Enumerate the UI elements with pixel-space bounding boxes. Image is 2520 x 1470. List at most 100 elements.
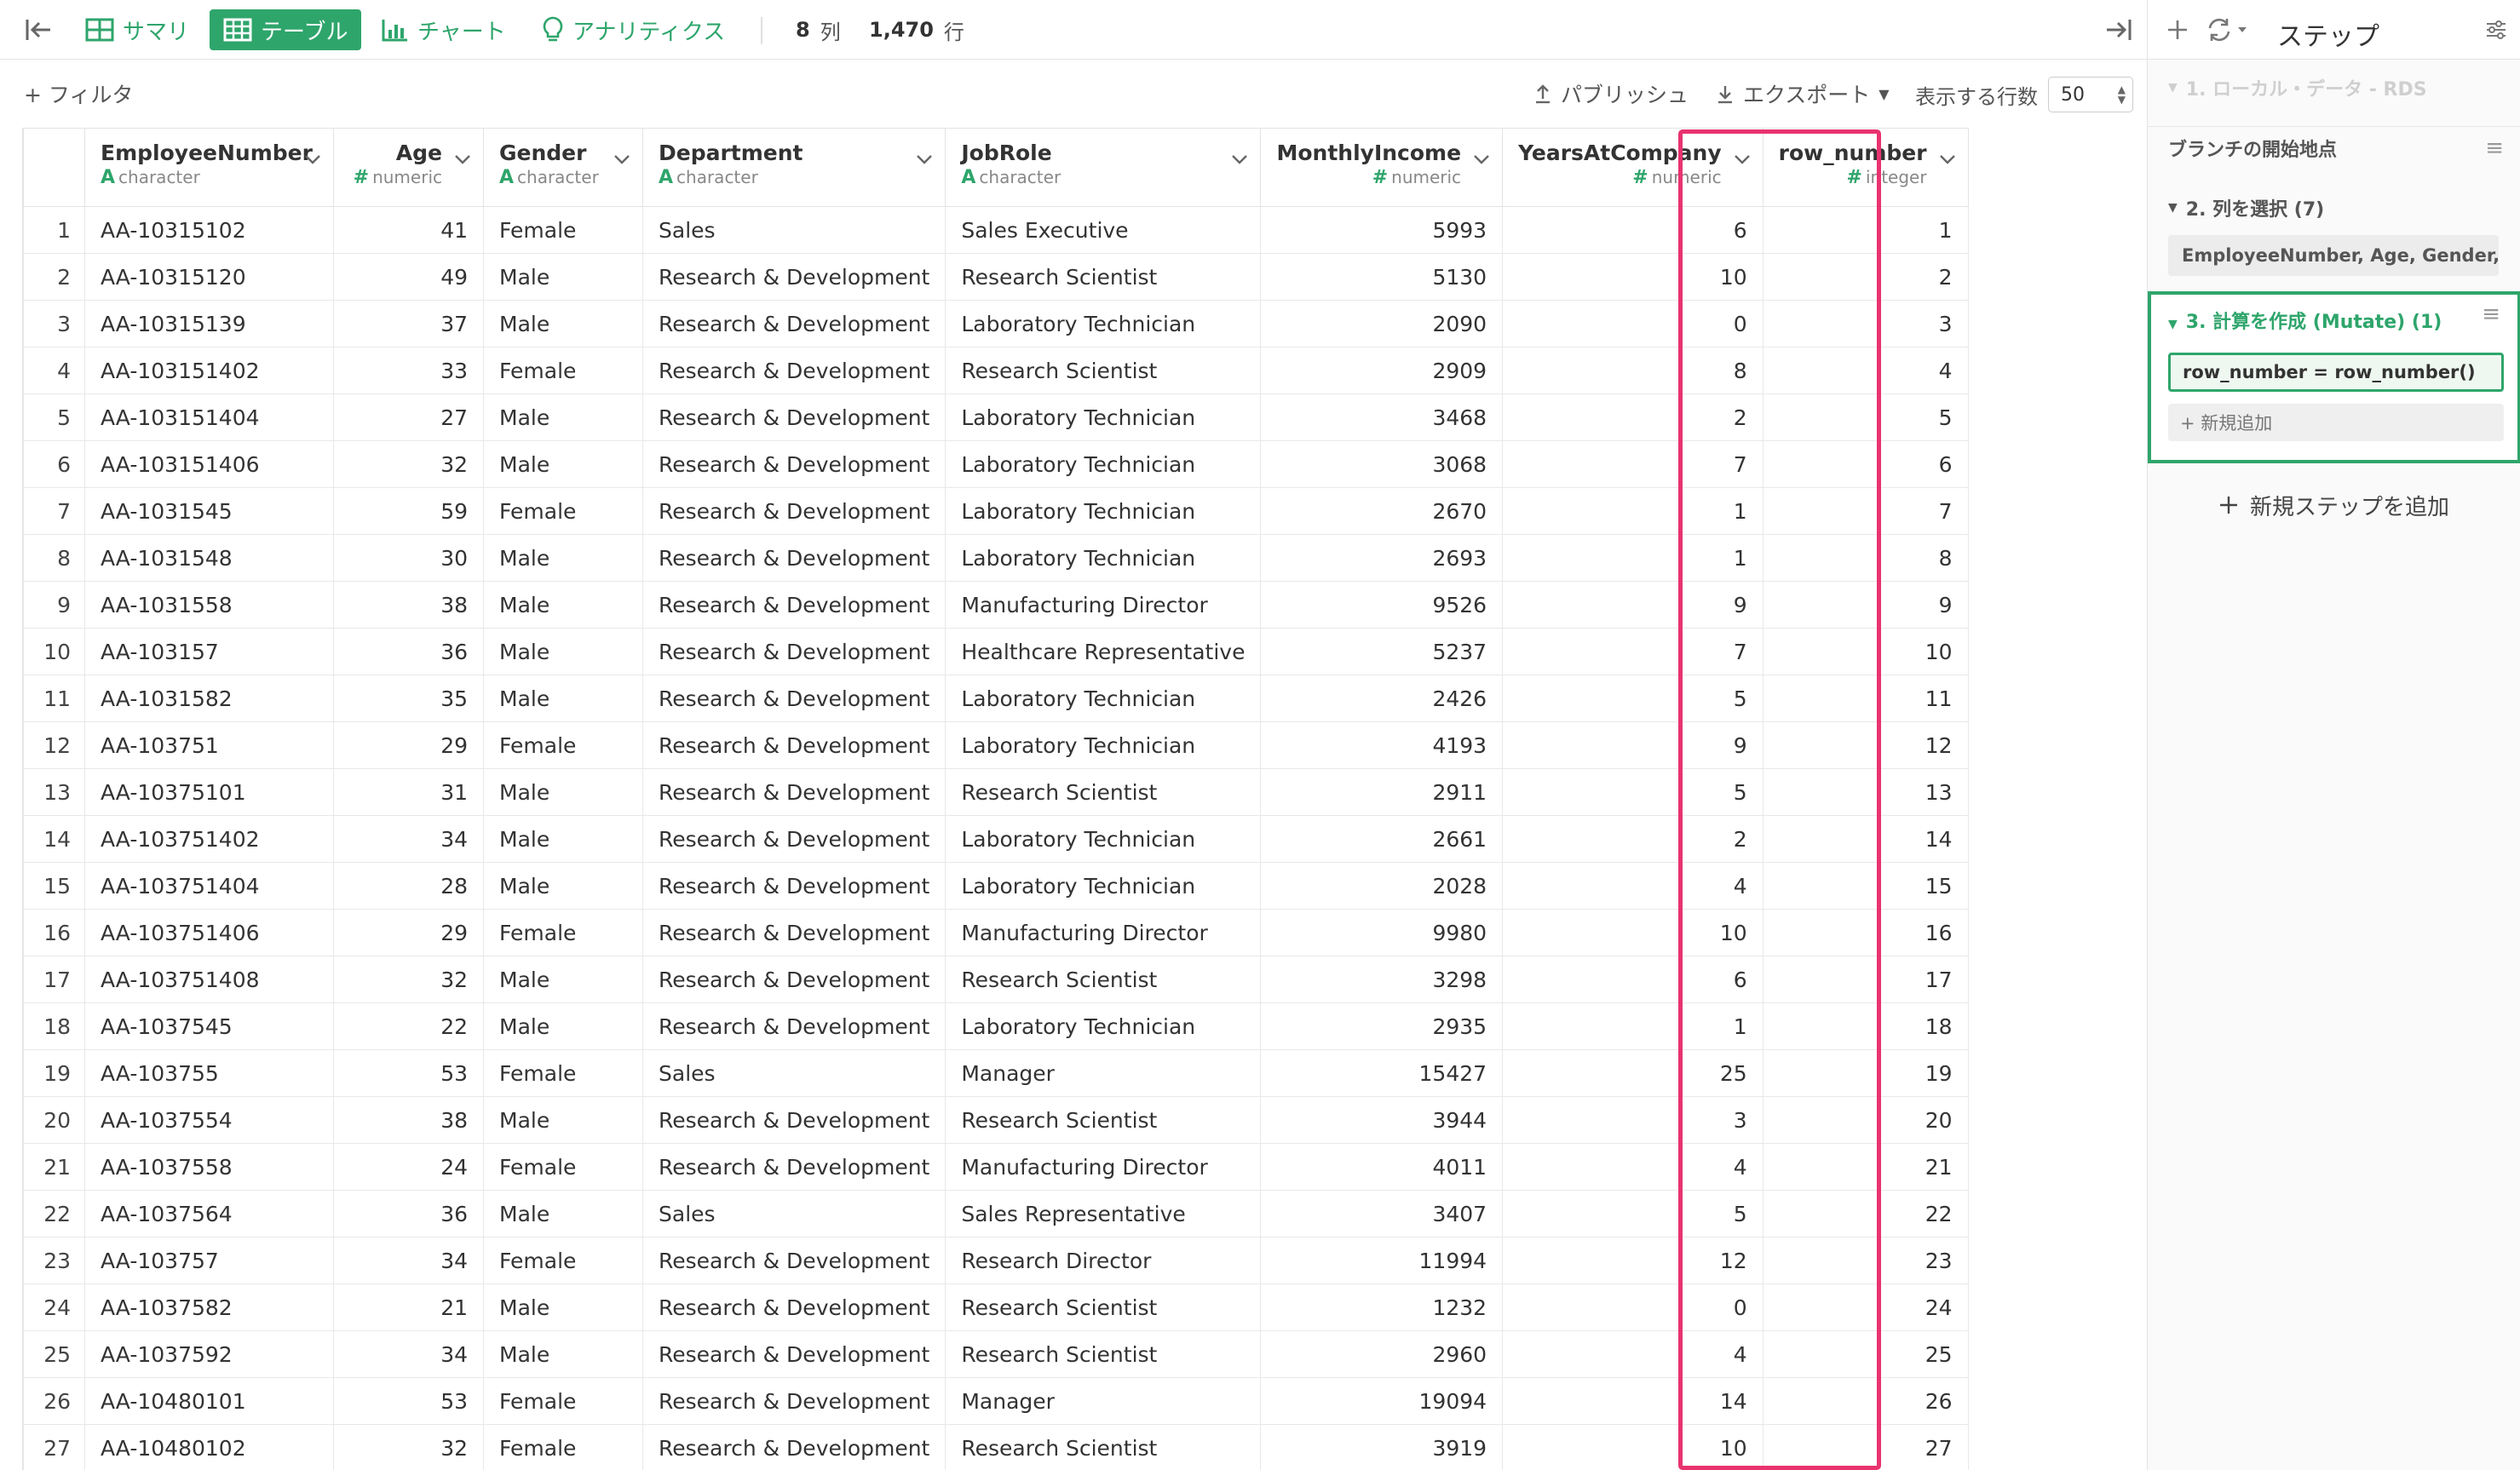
table-cell: AA-103151406 [84, 440, 334, 488]
table-cell: Laboratory Technician [945, 1002, 1262, 1050]
collapse-left-icon[interactable] [17, 0, 60, 60]
chevron-down-icon[interactable] [454, 151, 471, 169]
triangle-down-icon: ▼ [2168, 318, 2178, 331]
table-row[interactable]: 13 AA-10375101 31 Male Research & Developmen… [23, 768, 1969, 816]
export-button[interactable]: エクスポート ▼ [1716, 78, 1890, 109]
table-cell: Male [483, 534, 643, 582]
refresh-icon[interactable] [2206, 0, 2250, 60]
tab-chart[interactable]: チャート [368, 9, 520, 50]
table-cell: 11994 [1260, 1237, 1504, 1284]
table-row[interactable]: 24 AA-1037582 21 Male Research & Development… [23, 1283, 1969, 1331]
settings-sliders-icon[interactable] [2485, 0, 2507, 60]
table-row[interactable]: 4 AA-103151402 33 Female Research & Developm… [23, 347, 1969, 394]
add-filter-button[interactable]: + フィルタ [24, 78, 133, 109]
publish-button[interactable]: パブリッシュ [1533, 78, 1689, 109]
column-header-yearsatcompany[interactable]: YearsAtCompany # numeric [1502, 128, 1763, 207]
step-select-columns[interactable]: ▼ 2. 列を選択 (7) [2148, 189, 2520, 227]
chevron-down-icon[interactable] [1939, 151, 1956, 169]
table-row[interactable]: 9 AA-1031558 38 Male Research & Development M… [23, 581, 1969, 629]
step-mutate-header[interactable]: ▼ 3. 計算を作成 (Mutate) (1) [2168, 307, 2442, 334]
mutate-add-new-button[interactable]: + 新規追加 [2168, 404, 2504, 441]
table-cell: 10 [1502, 253, 1763, 301]
chevron-down-icon[interactable] [1734, 151, 1751, 169]
step-branch-start[interactable]: ブランチの開始地点 ≡ [2148, 126, 2520, 169]
table-cell: 32 [333, 956, 484, 1003]
table-row[interactable]: 18 AA-1037545 22 Male Research & Development… [23, 1002, 1969, 1050]
table-cell: 6 [1502, 956, 1763, 1003]
tab-analytics[interactable]: アナリティクス [528, 9, 739, 50]
table-cell: 15427 [1260, 1049, 1504, 1097]
column-type-label: numeric [1651, 167, 1722, 187]
table-cell: 31 [333, 768, 484, 816]
table-row[interactable]: 7 AA-1031545 59 Female Research & Developmen… [23, 487, 1969, 535]
triangle-down-icon: ▼ [2168, 81, 2178, 95]
row-index: 22 [23, 1190, 85, 1237]
step-select-label: 2. 列を選択 (7) [2185, 199, 2325, 221]
table-cell: 32 [333, 440, 484, 488]
selected-columns-summary[interactable]: EmployeeNumber, Age, Gender, ... [2168, 235, 2499, 276]
tab-summary[interactable]: サマリ [72, 9, 203, 50]
table-row[interactable]: 16 AA-103751406 29 Female Research & Develop… [23, 909, 1969, 956]
table-row[interactable]: 3 AA-10315139 37 Male Research & Development… [23, 300, 1969, 347]
table-row[interactable]: 11 AA-1031582 35 Male Research & Development… [23, 675, 1969, 722]
table-row[interactable]: 2 AA-10315120 49 Male Research & Development… [23, 253, 1969, 301]
table-row[interactable]: 22 AA-1037564 36 Male Sales Sales Representat… [23, 1190, 1969, 1237]
view-tab-bar: サマリ テーブル チャート アナリティクス 8 列 1,470 行 [0, 0, 2147, 60]
add-step-button[interactable]: 新規ステップを追加 [2148, 485, 2520, 525]
table-row[interactable]: 23 AA-103757 34 Female Research & Developmen… [23, 1237, 1969, 1284]
menu-icon[interactable]: ≡ [2485, 135, 2504, 161]
download-icon [1718, 86, 1732, 104]
chevron-down-icon[interactable] [1473, 151, 1490, 169]
rows-per-page-select[interactable]: 50 ▲ ▼ [2048, 77, 2133, 112]
table-row[interactable]: 14 AA-103751402 34 Male Research & Developme… [23, 815, 1969, 863]
table-cell: Laboratory Technician [945, 862, 1262, 910]
table-cell: Laboratory Technician [945, 815, 1262, 863]
chevron-down-icon[interactable] [304, 151, 321, 169]
table-row[interactable]: 6 AA-103151406 32 Male Research & Developmen… [23, 440, 1969, 488]
mutate-expression[interactable]: row_number = row_number() [2168, 353, 2504, 392]
column-header-row-number[interactable]: row_number # integer [1762, 128, 1969, 207]
tab-table[interactable]: テーブル [210, 9, 362, 50]
chevron-down-icon[interactable] [916, 151, 933, 169]
table-cell: Male [483, 1283, 643, 1331]
step-source-data[interactable]: ▼ 1. ローカル・データ - RDS [2148, 68, 2520, 107]
menu-icon[interactable]: ≡ [2482, 301, 2500, 327]
column-header-employeenumber[interactable]: EmployeeNumber Acharacter [84, 128, 334, 207]
table-row[interactable]: 20 AA-1037554 38 Male Research & Development… [23, 1096, 1969, 1144]
column-header-department[interactable]: Department Acharacter [642, 128, 946, 207]
column-header-monthlyincome[interactable]: MonthlyIncome # numeric [1260, 128, 1504, 207]
chevron-down-icon[interactable] [1231, 151, 1248, 169]
table-cell: 4 [1502, 1143, 1763, 1191]
chevron-down-icon[interactable] [613, 151, 630, 169]
table-cell: 24 [1762, 1283, 1969, 1331]
table-cell: 3068 [1260, 440, 1504, 488]
table-row[interactable]: 26 AA-10480101 53 Female Research & Developm… [23, 1377, 1969, 1425]
collapse-right-icon[interactable] [2097, 0, 2140, 60]
table-row[interactable]: 15 AA-103751404 28 Male Research & Developme… [23, 862, 1969, 910]
row-index: 6 [23, 440, 85, 488]
table-cell: 2909 [1260, 347, 1504, 394]
column-header-age[interactable]: Age # numeric [333, 128, 484, 207]
table-cell: 2661 [1260, 815, 1504, 863]
table-cell: Female [483, 909, 643, 956]
table-cell: 19 [1762, 1049, 1969, 1097]
table-row[interactable]: 1 AA-10315102 41 Female Sales Sales Executive… [23, 206, 1969, 254]
table-row[interactable]: 19 AA-103755 53 Female Sales Manager 15427 25 19 [23, 1049, 1969, 1097]
table-row[interactable]: 21 AA-1037558 24 Female Research & Developme… [23, 1143, 1969, 1191]
table-row[interactable]: 12 AA-103751 29 Female Research & Developmen… [23, 721, 1969, 769]
column-header-gender[interactable]: Gender Acharacter [483, 128, 643, 207]
column-count-value: 8 [796, 18, 810, 42]
table-cell: Research & Development [642, 534, 946, 582]
column-header-jobrole[interactable]: JobRole Acharacter [945, 128, 1262, 207]
table-cell: Female [483, 1424, 643, 1470]
table-row[interactable]: 10 AA-103157 36 Male Research & Development H… [23, 628, 1969, 675]
table-row[interactable]: 8 AA-1031548 30 Male Research & Development L… [23, 534, 1969, 582]
table-row[interactable]: 5 AA-103151404 27 Male Research & Developmen… [23, 393, 1969, 441]
character-type-icon: A [101, 167, 116, 188]
table-row[interactable]: 25 AA-1037592 34 Male Research & Development… [23, 1330, 1969, 1378]
table-row[interactable]: 17 AA-103751408 32 Male Research & Developme… [23, 956, 1969, 1003]
plus-icon[interactable] [2166, 0, 2189, 60]
row-index: 16 [23, 909, 85, 956]
table-row[interactable]: 27 AA-10480102 32 Female Research & Developm… [23, 1424, 1969, 1470]
table-cell: 3298 [1260, 956, 1504, 1003]
